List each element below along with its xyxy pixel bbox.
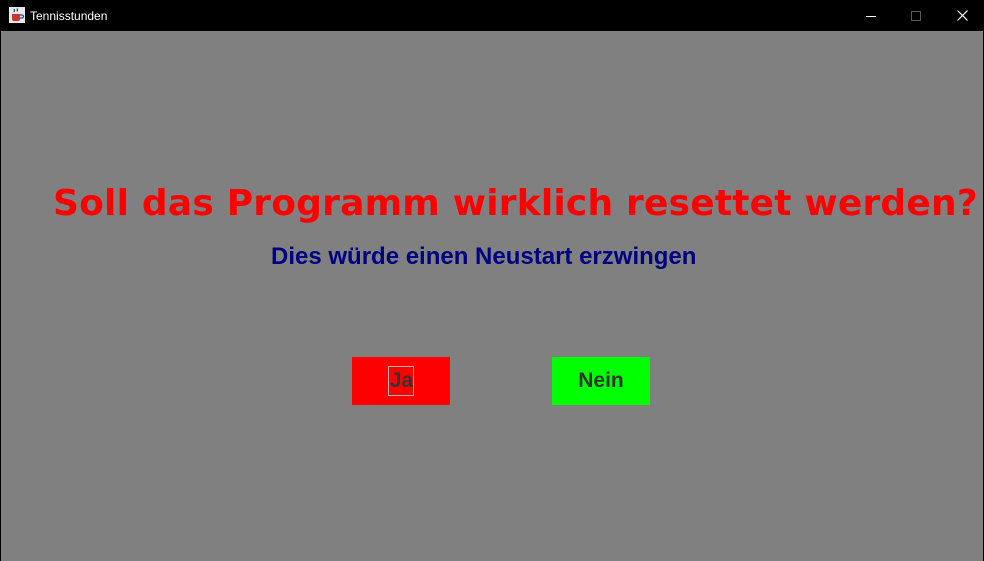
restart-hint: Dies würde einen Neustart erzwingen [271, 243, 697, 270]
maximize-button[interactable] [893, 0, 939, 31]
close-button[interactable] [939, 0, 984, 31]
window-title: Tennisstunden [30, 9, 108, 23]
close-icon [956, 10, 968, 21]
yes-button-label: Ja [387, 366, 415, 396]
dialog-panel: Soll das Programm wirklich resettet werd… [1, 31, 983, 561]
title-bar[interactable]: Tennisstunden [0, 0, 984, 31]
minimize-icon [866, 15, 876, 17]
yes-button[interactable]: Ja [352, 357, 450, 405]
reset-question: Soll das Programm wirklich resettet werd… [53, 183, 978, 224]
minimize-button[interactable] [848, 0, 894, 31]
no-button-label: Nein [578, 369, 624, 392]
maximize-icon [911, 10, 921, 21]
java-coffee-cup-icon [9, 7, 25, 23]
no-button[interactable]: Nein [552, 357, 650, 405]
